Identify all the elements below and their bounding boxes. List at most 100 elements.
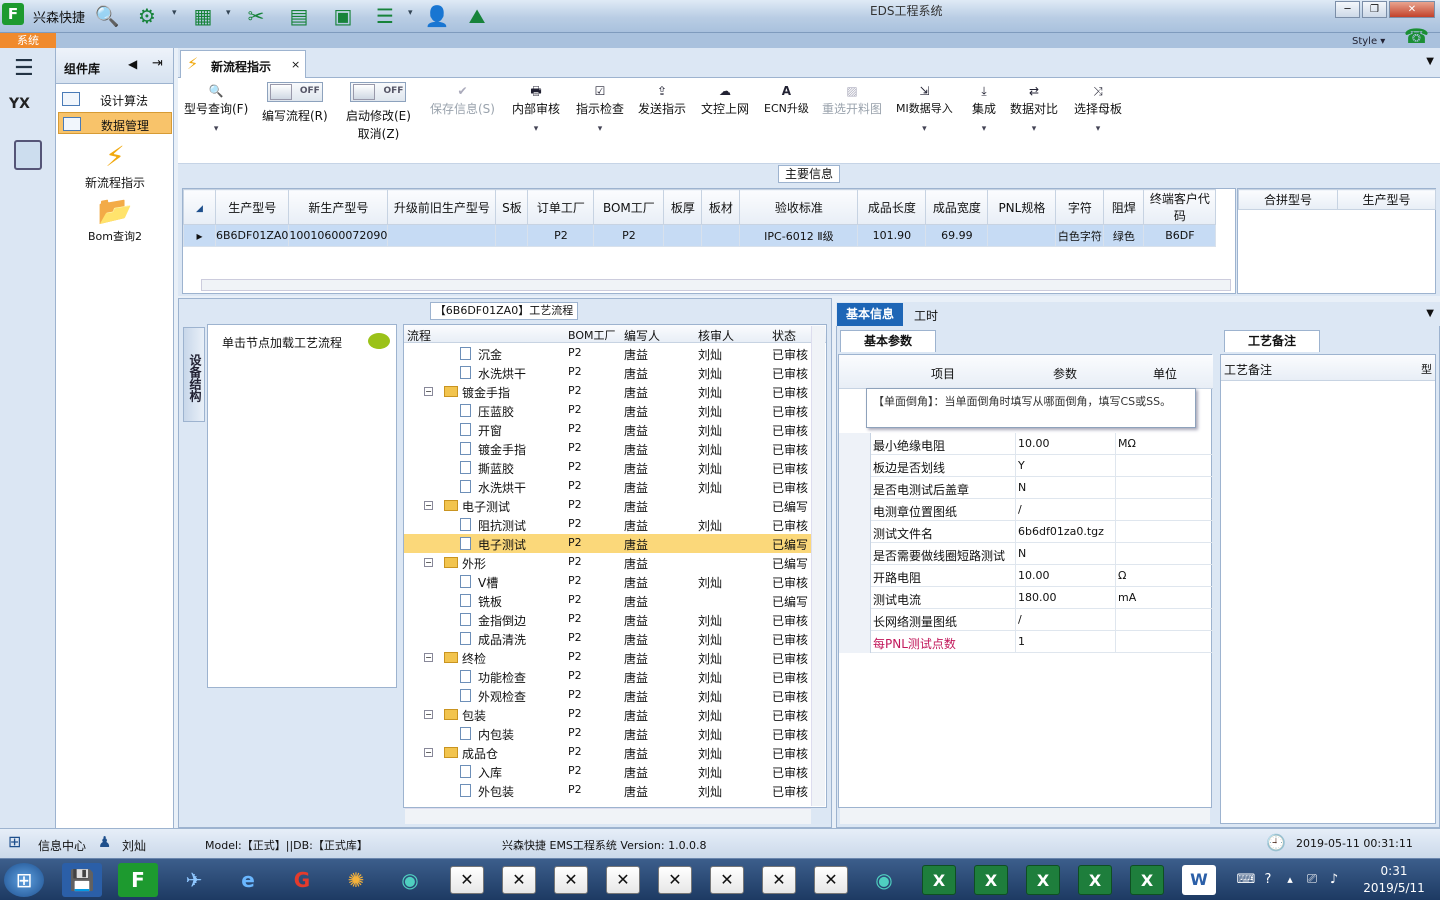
- tree-row[interactable]: 镀金手指 P2 唐益 刘灿 已审核: [404, 439, 814, 458]
- tree-row[interactable]: − 镀金手指 P2 唐益 刘灿 已审核: [404, 382, 814, 401]
- clipboard-icon[interactable]: ▣: [330, 3, 356, 29]
- tree-row[interactable]: 外包装 P2 唐益 刘灿 已审核: [404, 781, 814, 800]
- column-header[interactable]: 订单工厂: [527, 189, 595, 225]
- save-app-icon[interactable]: 💾: [62, 863, 102, 897]
- mi-import-button[interactable]: ⇲ MI数据导入 ▾: [896, 82, 953, 134]
- param-value[interactable]: 180.00: [1015, 587, 1115, 609]
- param-row[interactable]: 电测章位置图纸 /: [839, 499, 1213, 521]
- tree-row[interactable]: V槽 P2 唐益 刘灿 已审核: [404, 572, 814, 591]
- info-center-link[interactable]: 信息中心: [38, 837, 86, 854]
- side-tab-equipment[interactable]: 设备结构: [183, 327, 205, 422]
- param-value[interactable]: N: [1015, 543, 1115, 565]
- dropdown-arrow-icon[interactable]: ▾: [226, 8, 231, 18]
- tree-row[interactable]: 内包装 P2 唐益 刘灿 已审核: [404, 724, 814, 743]
- tree-row[interactable]: 铣板 P2 唐益 已编写: [404, 591, 814, 610]
- collapse-icon[interactable]: −: [424, 748, 433, 757]
- table-cell[interactable]: B6DF: [1143, 224, 1217, 247]
- tree-row[interactable]: − 终检 P2 唐益 刘灿 已审核: [404, 648, 814, 667]
- param-value[interactable]: /: [1015, 609, 1115, 631]
- fish-app-icon[interactable]: ◉: [390, 863, 430, 897]
- menu-icon[interactable]: ☰: [14, 56, 34, 81]
- column-header[interactable]: 阻焊: [1103, 189, 1145, 225]
- write-flow-toggle[interactable]: OFF 编写流程(R): [262, 82, 328, 125]
- param-row[interactable]: 开路电阻 10.00 Ω: [839, 565, 1213, 587]
- chevron-down-icon[interactable]: ▼: [1426, 56, 1434, 67]
- select-mother-board-button[interactable]: ⤨ 选择母板 ▾: [1074, 82, 1122, 134]
- column-header[interactable]: BOM工厂: [593, 189, 665, 225]
- messenger-app-icon[interactable]: ✈: [174, 863, 214, 897]
- collapse-left-icon[interactable]: ◀: [128, 57, 137, 71]
- excel-file-icon[interactable]: X: [1078, 865, 1112, 895]
- excel-window-icon[interactable]: ✕: [814, 866, 848, 894]
- browser-g-icon[interactable]: G: [282, 863, 322, 897]
- param-value[interactable]: /: [1015, 499, 1115, 521]
- excel-window-icon[interactable]: ✕: [762, 866, 796, 894]
- maximize-button[interactable]: ❐: [1362, 1, 1387, 18]
- tree-row[interactable]: 成品清洗 P2 唐益 刘灿 已审核: [404, 629, 814, 648]
- tree-row[interactable]: 压蓝胶 P2 唐益 刘灿 已审核: [404, 401, 814, 420]
- column-header[interactable]: BOM工厂: [568, 327, 616, 343]
- table-cell[interactable]: 69.99: [925, 224, 989, 247]
- column-header[interactable]: 参数: [1053, 365, 1077, 382]
- component-item-design-algorithm[interactable]: 设计算法: [58, 88, 172, 110]
- table-cell[interactable]: [701, 224, 741, 247]
- internal-review-button[interactable]: 🖶 内部审核 ▾: [512, 82, 560, 134]
- horizontal-scrollbar[interactable]: [201, 279, 1231, 291]
- off-switch[interactable]: OFF: [266, 82, 323, 102]
- tree-row[interactable]: 水洗烘干 P2 唐益 刘灿 已审核: [404, 477, 814, 496]
- system-tab[interactable]: 系统: [0, 33, 56, 48]
- grid-icon[interactable]: ▦: [190, 3, 216, 29]
- column-header[interactable]: 编写人: [624, 327, 660, 344]
- column-header[interactable]: 生产型号: [1337, 189, 1436, 210]
- column-header[interactable]: 项目: [931, 365, 955, 382]
- windows-grid-icon[interactable]: ⊞: [8, 832, 21, 851]
- component-bom-query[interactable]: 📂 Bom查询2: [56, 194, 174, 244]
- save-info-button[interactable]: ✔ 保存信息(S): [430, 82, 495, 118]
- keyboard-icon[interactable]: ⌨: [1236, 863, 1256, 897]
- column-header[interactable]: 终端客户代码: [1143, 189, 1217, 225]
- column-header[interactable]: 成品长度: [857, 189, 927, 225]
- off-switch[interactable]: OFF: [350, 82, 407, 102]
- pin-icon[interactable]: ⇥: [152, 56, 163, 71]
- table-cell[interactable]: 白色字符: [1055, 224, 1105, 247]
- param-row[interactable]: 板边是否划线 Y: [839, 455, 1213, 477]
- excel-window-icon[interactable]: ✕: [606, 866, 640, 894]
- param-value[interactable]: N: [1015, 477, 1115, 499]
- model-query-button[interactable]: 🔍 型号查询(F) ▾: [184, 82, 248, 134]
- column-header[interactable]: S板: [495, 189, 529, 225]
- network-icon[interactable]: ⎚: [1302, 863, 1322, 897]
- tree-row[interactable]: 功能检查 P2 唐益 刘灿 已审核: [404, 667, 814, 686]
- start-button[interactable]: ⊞: [4, 863, 44, 897]
- chevron-down-icon[interactable]: ▼: [1426, 308, 1434, 319]
- collapse-icon[interactable]: −: [424, 387, 433, 396]
- column-header[interactable]: 成品宽度: [925, 189, 989, 225]
- table-cell[interactable]: IPC-6012 Ⅱ级: [739, 224, 859, 247]
- param-value[interactable]: 6b6df01za0.tgz: [1015, 521, 1115, 543]
- column-header[interactable]: 升级前旧生产型号: [387, 189, 497, 225]
- collapse-icon[interactable]: −: [424, 710, 433, 719]
- cancel-label[interactable]: 取消(Z): [346, 125, 411, 143]
- param-value[interactable]: 10.00: [1015, 565, 1115, 587]
- param-value[interactable]: 1: [1015, 631, 1115, 653]
- close-tab-icon[interactable]: ×: [291, 58, 300, 71]
- film-icon[interactable]: ▤: [286, 3, 312, 29]
- param-row[interactable]: 是否电测试后盖章 N: [839, 477, 1213, 499]
- column-header[interactable]: 流程: [407, 327, 431, 344]
- vertical-scrollbar[interactable]: [811, 326, 825, 806]
- table-cell[interactable]: 101.90: [857, 224, 927, 247]
- column-header[interactable]: PNL规格: [987, 189, 1057, 225]
- chart-icon[interactable]: ⛰: [464, 3, 490, 29]
- horizontal-scrollbar[interactable]: [840, 808, 1210, 824]
- column-header[interactable]: 生产型号: [214, 189, 290, 225]
- yx-module-icon[interactable]: YX: [9, 96, 43, 126]
- column-header[interactable]: 验收标准: [739, 189, 859, 225]
- excel-window-icon[interactable]: ✕: [450, 866, 484, 894]
- tab-process-remark[interactable]: 工艺备注: [1224, 330, 1320, 352]
- column-header[interactable]: 新生产型号: [288, 189, 389, 225]
- ecn-upgrade-button[interactable]: A ECN升级: [764, 82, 809, 118]
- param-row[interactable]: 是否需要做线圈短路测试 N: [839, 543, 1213, 565]
- word-file-icon[interactable]: W: [1182, 865, 1216, 895]
- table-cell[interactable]: 绿色: [1103, 224, 1145, 247]
- tree-row[interactable]: 阻抗测试 P2 唐益 刘灿 已审核: [404, 515, 814, 534]
- integrate-button[interactable]: ⤓ 集成 ▾: [972, 82, 996, 134]
